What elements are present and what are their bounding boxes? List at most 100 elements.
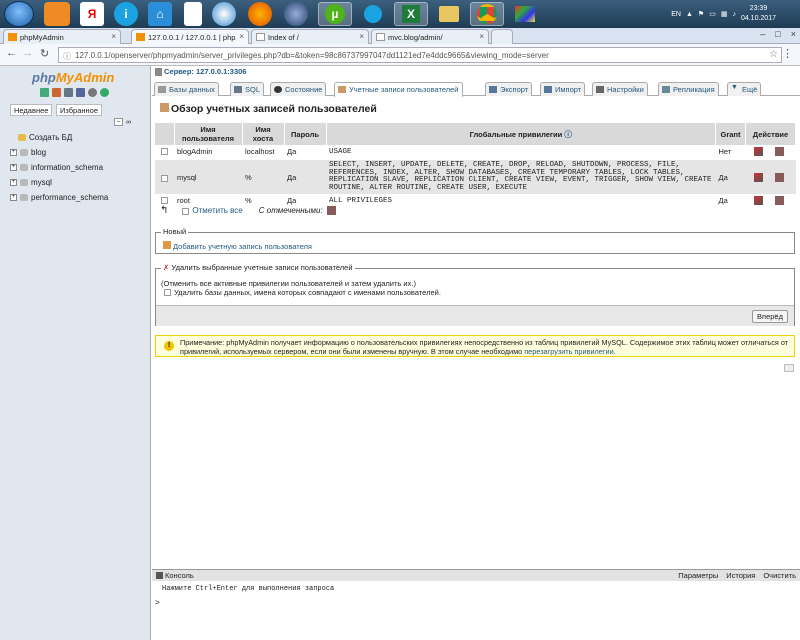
tab-replication[interactable]: Репликация: [658, 82, 719, 96]
browser-tab-3[interactable]: Index of / ×: [251, 29, 369, 44]
reload-nav-icon[interactable]: [100, 88, 109, 97]
globe-icon[interactable]: [212, 2, 236, 26]
close-tab-icon[interactable]: ×: [479, 32, 484, 41]
link-icon[interactable]: ∞: [126, 119, 131, 126]
edit-privileges-icon[interactable]: [753, 173, 763, 182]
browser-tab-2[interactable]: 127.0.0.1 / 127.0.0.1 | php ×: [131, 29, 249, 44]
export-user-icon[interactable]: [774, 173, 784, 182]
tab-export[interactable]: Экспорт: [485, 82, 533, 96]
chrome-icon[interactable]: [470, 2, 504, 26]
go-button[interactable]: Вперёд: [752, 310, 788, 323]
utorrent-icon[interactable]: µ: [318, 2, 352, 26]
console-input[interactable]: >: [155, 598, 160, 607]
collapse-all-icon[interactable]: –: [114, 118, 123, 126]
create-db-item[interactable]: Создать БД: [18, 133, 72, 142]
folder-icon[interactable]: [432, 2, 466, 26]
forward-icon[interactable]: →: [22, 47, 33, 59]
docs-icon[interactable]: [76, 88, 85, 97]
expand-icon[interactable]: +: [10, 194, 17, 201]
uc-browser-icon[interactable]: [44, 2, 70, 26]
language-indicator[interactable]: EN: [671, 11, 681, 18]
column-header-action: Действие: [745, 123, 796, 145]
tray-arrow-icon[interactable]: ▲: [686, 11, 693, 18]
yandex-icon[interactable]: Я: [80, 2, 104, 26]
settings-icon[interactable]: [88, 88, 97, 97]
reload-icon[interactable]: ↻: [40, 47, 49, 60]
tab-status[interactable]: Состояние: [270, 82, 327, 96]
back-icon[interactable]: ←: [6, 47, 17, 59]
firefox-icon[interactable]: [248, 2, 272, 26]
new-tab-button[interactable]: [491, 29, 513, 44]
expand-icon[interactable]: +: [10, 164, 17, 171]
close-tab-icon[interactable]: ×: [239, 32, 244, 41]
db-item-mysql[interactable]: + mysql: [10, 178, 52, 187]
db-item-blog[interactable]: + blog: [10, 148, 46, 157]
network-icon[interactable]: ▦: [721, 10, 728, 18]
expand-icon[interactable]: +: [10, 179, 17, 186]
app-icon[interactable]: [284, 2, 308, 26]
tab-settings[interactable]: Настройки: [592, 82, 648, 96]
row-checkbox[interactable]: [161, 148, 168, 155]
console-title[interactable]: Консоль: [165, 571, 194, 580]
start-orb-icon[interactable]: [4, 1, 34, 27]
skype-icon[interactable]: [356, 2, 390, 26]
server-label[interactable]: Сервер: 127.0.0.1:3306: [164, 67, 246, 76]
flag-icon[interactable]: ⚑: [698, 10, 704, 18]
check-all-link[interactable]: Отметить все: [192, 206, 242, 215]
export-user-icon[interactable]: [774, 147, 784, 156]
tab-sql[interactable]: SQL: [230, 82, 265, 96]
menu-icon[interactable]: ⋮: [782, 47, 793, 60]
battery-icon[interactable]: ▭: [709, 10, 716, 18]
db-item-performance-schema[interactable]: + performance_schema: [10, 193, 108, 202]
console-history[interactable]: История: [726, 571, 755, 580]
tab-databases[interactable]: Базы данных: [154, 82, 219, 96]
tab-import[interactable]: Импорт: [540, 82, 586, 96]
sql-query-icon[interactable]: [64, 88, 73, 97]
export-user-icon[interactable]: [774, 196, 784, 205]
volume-icon[interactable]: ♪: [732, 11, 736, 18]
clock[interactable]: 23:39 04.10.2017: [741, 4, 776, 24]
document-icon[interactable]: [184, 2, 202, 26]
close-tab-icon[interactable]: ×: [111, 32, 116, 41]
paint-icon[interactable]: [508, 2, 542, 26]
logout-icon[interactable]: [52, 88, 61, 97]
check-all-checkbox[interactable]: [182, 207, 190, 215]
export-selected-icon[interactable]: [326, 206, 336, 215]
edit-privileges-icon[interactable]: [753, 196, 763, 205]
maximize-icon[interactable]: □: [775, 29, 780, 39]
excel-icon[interactable]: X: [394, 2, 428, 26]
console-options[interactable]: Параметры: [678, 571, 718, 580]
info-icon: !: [164, 341, 174, 351]
page-info-icon[interactable]: ⓘ: [63, 51, 71, 62]
console-clear[interactable]: Очистить: [763, 571, 796, 580]
bookmark-star-icon[interactable]: ☆: [769, 49, 778, 60]
browser-tab-4[interactable]: mvc.blog/admin/ ×: [371, 29, 489, 44]
console-bar[interactable]: Консоль Параметры История Очистить: [152, 570, 800, 581]
column-header-password[interactable]: Пароль: [284, 123, 327, 145]
close-tab-icon[interactable]: ×: [359, 32, 364, 41]
row-checkbox[interactable]: [161, 197, 168, 204]
url-input[interactable]: ⓘ 127.0.0.1/openserver/phpmyadmin/server…: [58, 47, 782, 63]
row-checkbox[interactable]: [161, 175, 168, 182]
help-icon[interactable]: ⓘ: [564, 130, 572, 139]
browser-tab-1[interactable]: phpMyAdmin ×: [3, 29, 121, 44]
info-icon[interactable]: i: [114, 2, 138, 26]
reload-privileges-link[interactable]: перезагрузить привилегии: [524, 347, 613, 356]
phpmyadmin-logo[interactable]: phpMyAdmin: [32, 70, 114, 85]
db-item-information-schema[interactable]: + information_schema: [10, 163, 103, 172]
favorites-button[interactable]: Избранное: [56, 104, 103, 116]
minimize-icon[interactable]: –: [760, 29, 765, 39]
scroll-to-top-button[interactable]: [784, 364, 794, 372]
close-window-icon[interactable]: ×: [791, 29, 796, 39]
home-icon[interactable]: ⌂: [148, 2, 172, 26]
column-header-host[interactable]: Имя хоста: [242, 123, 285, 145]
recent-button[interactable]: Недавнее: [10, 104, 53, 116]
expand-icon[interactable]: +: [10, 149, 17, 156]
tab-user-accounts[interactable]: Учетные записи пользователей: [334, 82, 463, 97]
edit-privileges-icon[interactable]: [753, 147, 763, 156]
add-user-link[interactable]: Добавить учетную запись пользователя: [173, 242, 312, 251]
home-icon[interactable]: [40, 88, 49, 97]
drop-db-checkbox[interactable]: [164, 289, 171, 296]
tab-more[interactable]: ▼ Ещё: [727, 82, 762, 96]
column-header-user[interactable]: Имя пользователя: [174, 123, 243, 145]
